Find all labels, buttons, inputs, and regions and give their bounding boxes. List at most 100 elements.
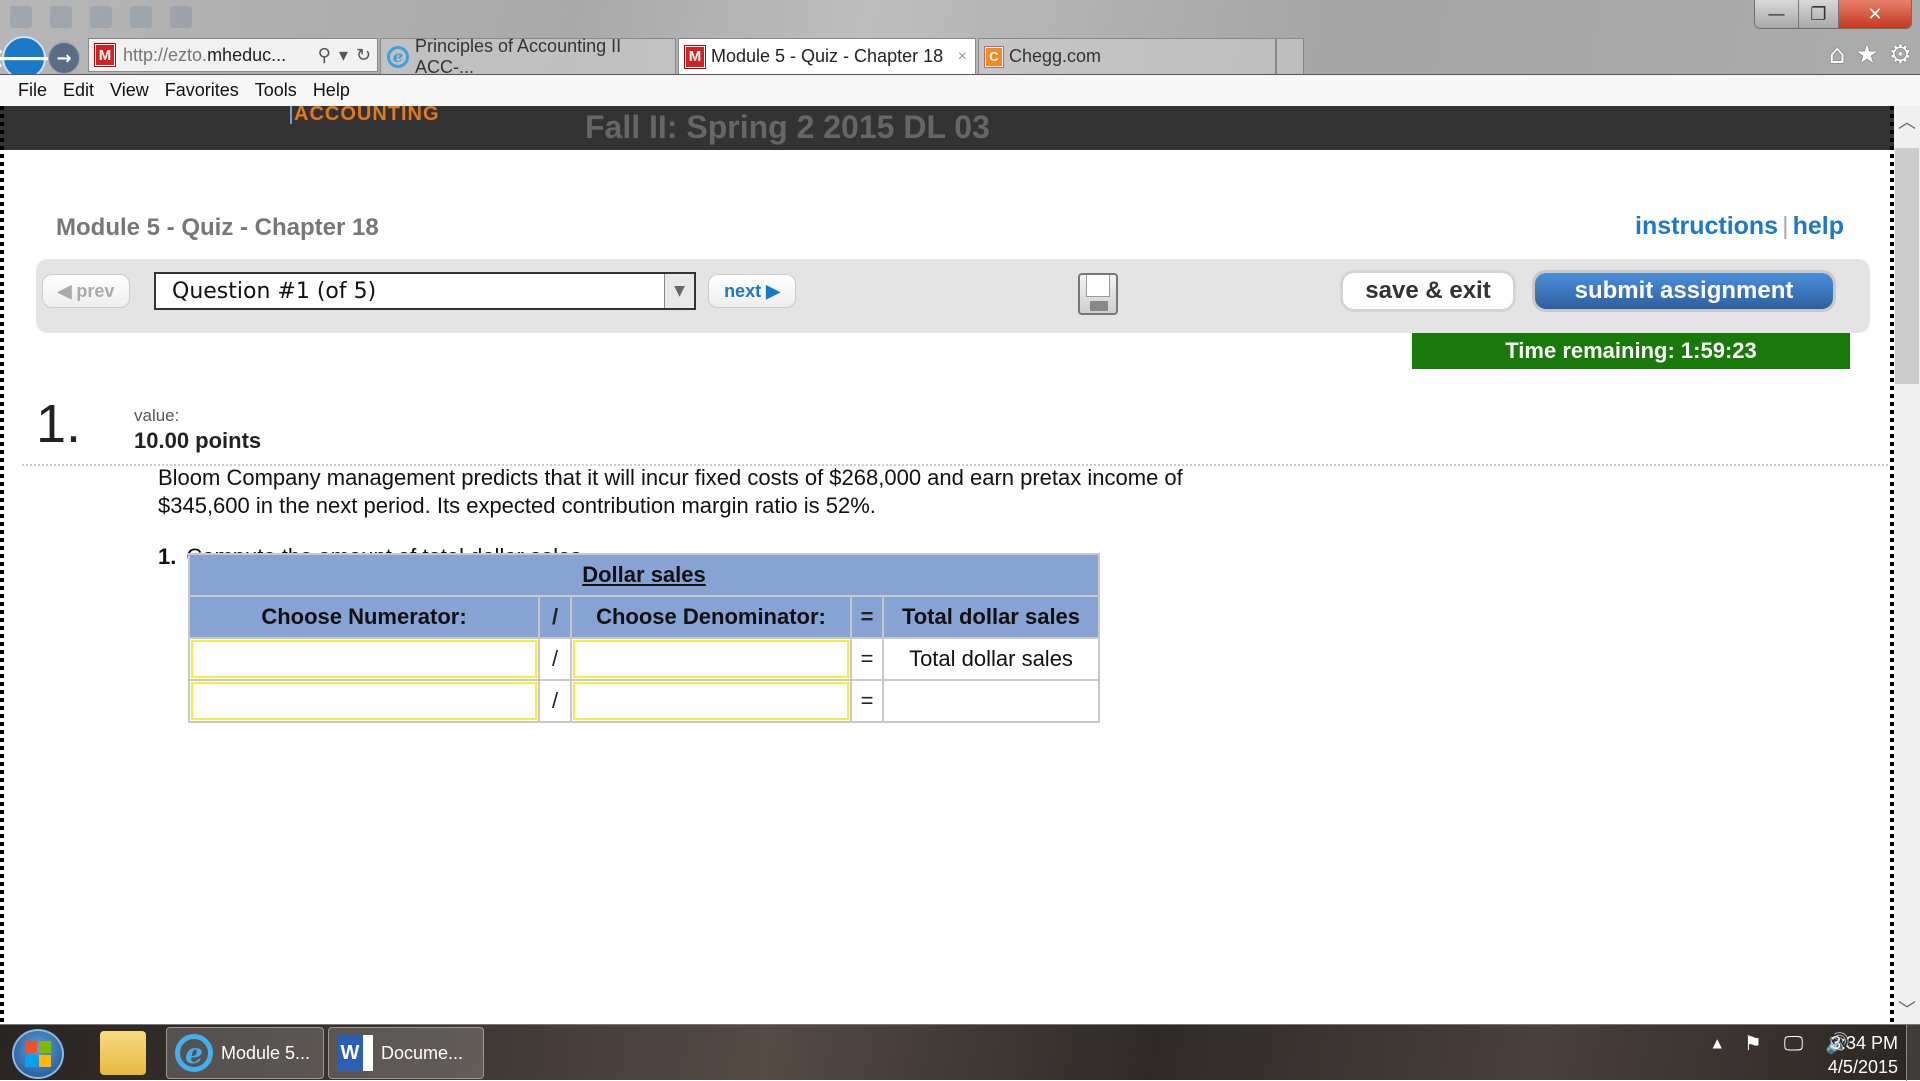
- task-number: 1.: [158, 544, 177, 569]
- show-hidden-icons-icon[interactable]: ▲: [1713, 1036, 1722, 1050]
- prev-button[interactable]: ◀ prev: [42, 274, 130, 308]
- focus-border-left: [0, 106, 4, 1024]
- word-icon: W: [337, 1035, 373, 1071]
- window-controls: — ❐ ✕: [1754, 0, 1912, 29]
- column-header-equals: =: [850, 595, 884, 639]
- url-prefix: http://ezto.: [123, 44, 208, 65]
- time-remaining: Time remaining: 1:59:23: [1412, 333, 1850, 369]
- ie-icon: e: [175, 1034, 213, 1072]
- chevron-down-icon[interactable]: ▾: [339, 45, 348, 66]
- close-tab-icon[interactable]: ×: [958, 48, 967, 66]
- mheducation-favicon-icon: M: [685, 45, 705, 68]
- refresh-icon[interactable]: ↻: [356, 45, 371, 66]
- column-header-total: Total dollar sales: [882, 595, 1100, 639]
- address-bar[interactable]: M http://ezto. mheduc... ⚲ ▾ ↻: [88, 38, 378, 72]
- course-title: Fall II: Spring 2 2015 DL 03: [585, 109, 990, 145]
- equals-sign: =: [850, 637, 884, 681]
- save-icon[interactable]: [1078, 273, 1118, 315]
- divide-sign: /: [538, 679, 572, 723]
- quiz-panel: Module 5 - Quiz - Chapter 18 instruction…: [10, 150, 1888, 1024]
- question-selector[interactable]: Question #1 (of 5) ▼: [154, 272, 696, 310]
- question-number: 1.: [36, 394, 82, 454]
- taskbar: e Module 5... W Docume... ▲ ⚑ 🖵 🔊 3:34 P…: [0, 1024, 1920, 1081]
- tab-chegg[interactable]: C Chegg.com: [978, 38, 1276, 74]
- new-tab-button[interactable]: [1276, 38, 1304, 74]
- site-header: ACCOUNTING Fall II: Spring 2 2015 DL 03: [0, 106, 1898, 150]
- points-value: 10.00 points: [134, 428, 262, 453]
- url-host: mheduc...: [207, 44, 287, 65]
- ie-favicon-icon: e: [387, 45, 409, 68]
- tab-label: Module 5 - Quiz - Chapter 18: [711, 46, 944, 66]
- forward-arrow-icon: →: [56, 47, 72, 69]
- restore-button[interactable]: ❐: [1799, 0, 1839, 28]
- menu-favorites[interactable]: Favorites: [165, 80, 239, 101]
- header-links: instructions | help: [1635, 212, 1844, 241]
- page-content: ACCOUNTING Fall II: Spring 2 2015 DL 03 …: [0, 106, 1898, 1024]
- close-button[interactable]: ✕: [1839, 0, 1911, 28]
- vertical-scrollbar[interactable]: ︿ ﹀: [1894, 106, 1920, 1024]
- help-link[interactable]: help: [1793, 212, 1844, 240]
- result-label: Total dollar sales: [882, 637, 1100, 681]
- clock-date: 4/5/2015: [1827, 1057, 1898, 1077]
- windows-logo-icon: [25, 1041, 51, 1067]
- network-icon[interactable]: 🖵: [1784, 1031, 1803, 1055]
- quick-access-toolbar: [10, 6, 192, 28]
- home-icon[interactable]: ⌂: [1829, 40, 1846, 70]
- numerator-input[interactable]: [191, 682, 537, 720]
- result-value: [882, 679, 1100, 723]
- taskbar-word-button[interactable]: W Docume...: [328, 1027, 484, 1079]
- chegg-favicon-icon: C: [985, 46, 1003, 67]
- page-title: Module 5 - Quiz - Chapter 18: [56, 214, 379, 241]
- save-exit-button[interactable]: save & exit: [1340, 270, 1516, 312]
- menu-edit[interactable]: Edit: [63, 80, 94, 101]
- link-separator: |: [1782, 212, 1789, 240]
- action-center-flag-icon[interactable]: ⚑: [1744, 1031, 1762, 1055]
- denominator-cell: [570, 679, 852, 723]
- scrollbar-thumb[interactable]: [1895, 148, 1919, 384]
- mheducation-favicon-icon: M: [95, 44, 115, 66]
- table-row: / =: [188, 679, 1100, 723]
- star-icon[interactable]: ★: [1855, 40, 1878, 70]
- gear-icon[interactable]: ⚙: [1889, 40, 1912, 70]
- start-button[interactable]: [12, 1029, 64, 1079]
- dropdown-arrow-icon[interactable]: ▼: [664, 274, 694, 308]
- scroll-down-icon[interactable]: ﹀: [1894, 994, 1920, 1024]
- tab-module-5-quiz[interactable]: M Module 5 - Quiz - Chapter 18 ×: [678, 38, 976, 74]
- show-desktop-button[interactable]: [1906, 1025, 1920, 1081]
- column-header-denominator: Choose Denominator:: [570, 595, 852, 639]
- file-explorer-icon[interactable]: [100, 1031, 146, 1075]
- instructions-link[interactable]: instructions: [1635, 212, 1778, 240]
- taskbar-ie-button[interactable]: e Module 5...: [166, 1027, 324, 1079]
- numerator-cell: [188, 637, 540, 681]
- tab-principles-of-accounting[interactable]: e Principles of Accounting II ACC-...: [380, 36, 676, 77]
- column-header-numerator: Choose Numerator:: [188, 595, 540, 639]
- denominator-input[interactable]: [573, 682, 849, 720]
- forward-button[interactable]: →: [48, 42, 80, 74]
- browser-right-icons: ⌂ ★ ⚙: [1829, 40, 1912, 70]
- table-title: Dollar sales: [188, 553, 1100, 597]
- numerator-cell: [188, 679, 540, 723]
- clock[interactable]: 3:34 PM 4/5/2015: [1828, 1031, 1898, 1079]
- column-header-divide: /: [538, 595, 572, 639]
- brand-logo: ACCOUNTING: [290, 106, 440, 124]
- next-button[interactable]: next ▶: [708, 274, 796, 308]
- equals-sign: =: [850, 679, 884, 723]
- submit-assignment-button[interactable]: submit assignment: [1532, 270, 1836, 312]
- menu-file[interactable]: File: [18, 80, 47, 101]
- divide-sign: /: [538, 637, 572, 681]
- menu-help[interactable]: Help: [313, 80, 350, 101]
- question-text: Bloom Company management predicts that i…: [158, 465, 1183, 518]
- menu-tools[interactable]: Tools: [255, 80, 297, 101]
- clock-time: 3:34 PM: [1830, 1033, 1898, 1053]
- numerator-input[interactable]: [191, 640, 537, 678]
- minimize-button[interactable]: —: [1755, 0, 1799, 28]
- table-row: / = Total dollar sales: [188, 637, 1100, 681]
- menu-view[interactable]: View: [110, 80, 149, 101]
- taskbar-button-label: Docume...: [381, 1042, 464, 1063]
- scroll-up-icon[interactable]: ︿: [1894, 106, 1920, 136]
- denominator-input[interactable]: [573, 640, 849, 678]
- tab-label: Chegg.com: [1009, 46, 1102, 66]
- search-icon[interactable]: ⚲: [318, 45, 331, 66]
- tab-label: Principles of Accounting II ACC-...: [415, 35, 622, 77]
- dollar-sales-table: Dollar sales Choose Numerator: / Choose …: [188, 553, 1100, 723]
